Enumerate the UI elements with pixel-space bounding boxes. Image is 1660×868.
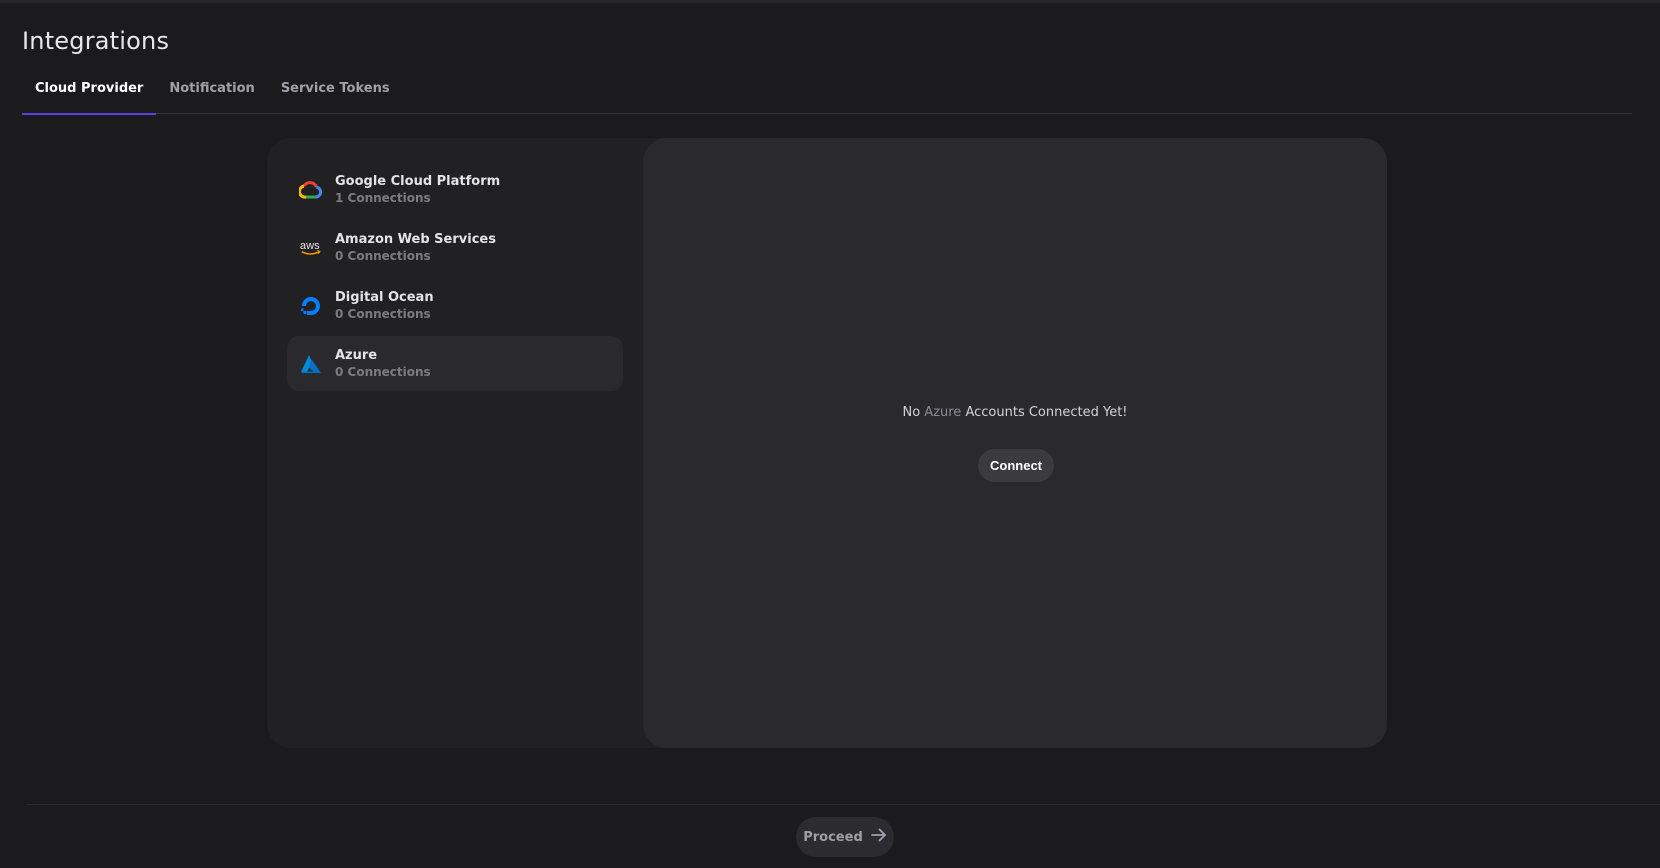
provider-name: Azure — [335, 348, 378, 363]
arrow-right-icon — [870, 828, 887, 846]
provider-name: Google Cloud Platform — [335, 174, 501, 189]
proceed-label: Proceed — [803, 829, 863, 845]
tab-cloud-provider[interactable]: Cloud Provider — [22, 76, 157, 115]
empty-state-suffix: Accounts Connected Yet! — [965, 405, 1128, 420]
empty-state-message: No Azure Accounts Connected Yet! — [643, 405, 1387, 420]
top-border — [0, 0, 1660, 3]
provider-connections: 0 Connections — [335, 307, 431, 321]
proceed-button[interactable]: Proceed — [796, 817, 894, 857]
footer-divider — [27, 804, 1660, 805]
tab-service-tokens[interactable]: Service Tokens — [268, 76, 403, 114]
tab-bar: Cloud Provider Notification Service Toke… — [22, 76, 1632, 115]
digital-ocean-icon — [299, 294, 323, 318]
provider-name: Digital Ocean — [335, 290, 434, 305]
integrations-panel: Google Cloud Platform 1 Connections aws … — [267, 138, 1387, 748]
provider-item-google-cloud[interactable]: Google Cloud Platform 1 Connections — [287, 162, 623, 217]
provider-connections: 0 Connections — [335, 249, 431, 263]
empty-state-prefix: No — [902, 405, 921, 420]
empty-state-provider: Azure — [924, 405, 962, 420]
provider-list: Google Cloud Platform 1 Connections aws … — [287, 162, 623, 394]
aws-icon: aws — [299, 236, 323, 260]
provider-name: Amazon Web Services — [335, 232, 496, 247]
provider-connections: 1 Connections — [335, 191, 431, 205]
provider-detail-pane: No Azure Accounts Connected Yet! Connect — [643, 138, 1387, 748]
azure-icon — [299, 352, 323, 376]
connect-button[interactable]: Connect — [978, 449, 1054, 482]
google-cloud-icon — [299, 178, 323, 202]
provider-connections: 0 Connections — [335, 365, 431, 379]
provider-item-azure[interactable]: Azure 0 Connections — [287, 336, 623, 391]
svg-text:aws: aws — [300, 239, 320, 251]
page-title: Integrations — [22, 27, 170, 55]
provider-item-digital-ocean[interactable]: Digital Ocean 0 Connections — [287, 278, 623, 333]
tab-notification[interactable]: Notification — [156, 76, 267, 114]
provider-item-aws[interactable]: aws Amazon Web Services 0 Connections — [287, 220, 623, 275]
